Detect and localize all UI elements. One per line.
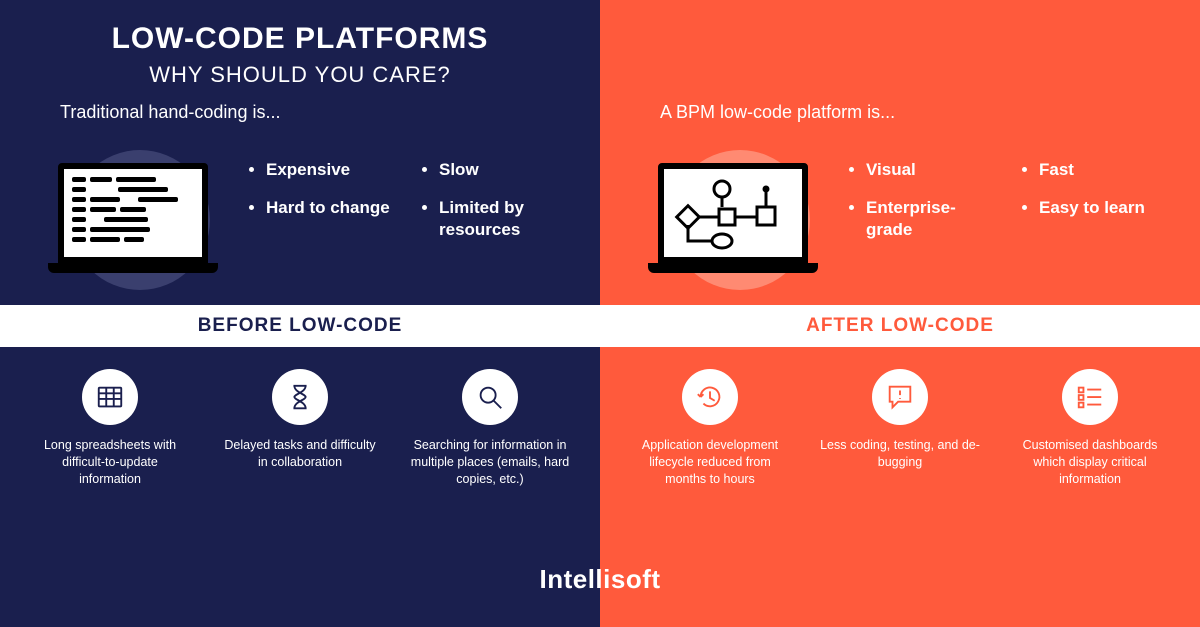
right-section: Visual Fast Enterprise-grade Easy to lea… <box>600 127 1200 305</box>
bullet: Slow <box>439 159 570 181</box>
right-intro: A BPM low-code platform is... <box>600 102 1200 123</box>
left-bottom: Long spreadsheets with difficult-to-upda… <box>0 347 600 498</box>
bullet: Expensive <box>266 159 397 181</box>
history-icon <box>682 369 738 425</box>
code-laptop-icon <box>30 145 230 295</box>
diagram-laptop-icon <box>630 145 830 295</box>
right-panel: .. A BPM low-code platform is... <box>600 0 1200 627</box>
list-icon <box>1062 369 1118 425</box>
spreadsheet-icon <box>82 369 138 425</box>
main-title: LOW-CODE PLATFORMS <box>0 22 600 56</box>
hourglass-icon <box>272 369 328 425</box>
item-less-coding: Less coding, testing, and de-bugging <box>820 369 980 488</box>
item-spreadsheet: Long spreadsheets with difficult-to-upda… <box>30 369 190 488</box>
subtitle: WHY SHOULD YOU CARE? <box>0 62 600 88</box>
bullet: Limited by resources <box>439 197 570 241</box>
right-band: AFTER LOW-CODE <box>600 305 1200 347</box>
alert-chat-icon <box>872 369 928 425</box>
left-bullets: Expensive Slow Hard to change Limited by… <box>248 145 570 241</box>
right-bottom: Application development lifecycle reduce… <box>600 347 1200 498</box>
brand-logo: Intellisoft <box>539 564 660 595</box>
left-band: BEFORE LOW-CODE <box>0 305 600 347</box>
bullet: Enterprise-grade <box>866 197 997 241</box>
bullet: Fast <box>1039 159 1170 181</box>
left-section: Expensive Slow Hard to change Limited by… <box>0 127 600 305</box>
left-panel: LOW-CODE PLATFORMS WHY SHOULD YOU CARE? … <box>0 0 600 627</box>
bullet: Easy to learn <box>1039 197 1170 241</box>
bullet: Visual <box>866 159 997 181</box>
left-intro: Traditional hand-coding is... <box>0 102 600 123</box>
bullet: Hard to change <box>266 197 397 241</box>
item-lifecycle: Application development lifecycle reduce… <box>630 369 790 488</box>
item-search: Searching for information in multiple pl… <box>410 369 570 488</box>
search-icon <box>462 369 518 425</box>
item-delay: Delayed tasks and difficulty in collabor… <box>220 369 380 488</box>
item-dashboards: Customised dashboards which display crit… <box>1010 369 1170 488</box>
header: LOW-CODE PLATFORMS WHY SHOULD YOU CARE? <box>0 0 600 88</box>
right-bullets: Visual Fast Enterprise-grade Easy to lea… <box>848 145 1170 241</box>
